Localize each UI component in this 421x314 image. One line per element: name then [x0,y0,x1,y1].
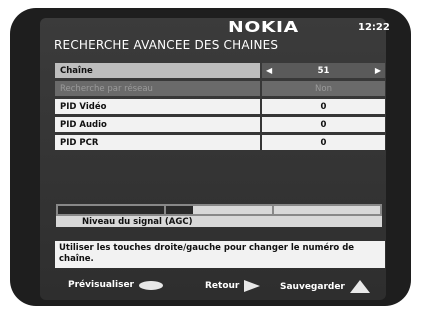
setting-row-channel[interactable]: Chaîne ◀ 51 ▶ [55,63,385,78]
setting-row-network-search: Recherche par réseau Non [55,81,385,96]
setting-value-pid-pcr[interactable]: 0 [262,135,385,150]
signal-bar-segment [272,206,274,214]
page-title: RECHERCHE AVANCEE DES CHAINES [54,38,279,52]
preview-label: Prévisualiser [68,280,134,290]
signal-label: Niveau du signal (AGC) [82,217,193,227]
arrow-right-icon[interactable]: ▶ [375,63,381,78]
signal-bar-fill [58,206,193,214]
back-button[interactable]: Retour [205,280,261,292]
channel-number: 51 [317,65,330,76]
preview-button[interactable]: Prévisualiser [68,280,163,290]
oval-key-icon [139,280,163,290]
save-label: Sauvegarder [280,281,345,292]
arrow-left-icon[interactable]: ◀ [266,63,272,78]
setting-row-pid-audio[interactable]: PID Audio 0 [55,117,385,132]
setting-value-network-search: Non [262,81,385,96]
setting-label-network-search: Recherche par réseau [55,81,260,96]
clock: 12:22 [358,22,390,33]
setting-label-channel: Chaîne [55,63,260,78]
setting-label-pid-audio: PID Audio [55,117,260,132]
setting-value-pid-audio[interactable]: 0 [262,117,385,132]
setting-row-pid-pcr[interactable]: PID PCR 0 [55,135,385,150]
save-button[interactable]: Sauvegarder [280,280,370,293]
back-label: Retour [205,281,240,291]
triangle-key-icon [349,280,370,293]
arrow-key-icon [244,280,261,292]
setting-value-pid-video[interactable]: 0 [262,99,385,114]
signal-meter: Niveau du signal (AGC) [56,204,382,228]
settings-table: Chaîne ◀ 51 ▶ Recherche par réseau Non P… [55,63,385,153]
signal-bar-segment [164,206,166,214]
setting-value-channel[interactable]: ◀ 51 ▶ [262,63,385,78]
help-text: Utiliser les touches droite/gauche pour … [55,241,385,268]
setting-label-pid-pcr: PID PCR [55,135,260,150]
brand-logo: NOKIA [228,18,299,36]
setting-row-pid-video[interactable]: PID Vidéo 0 [55,99,385,114]
setting-label-pid-video: PID Vidéo [55,99,260,114]
footer-key-legend: Prévisualiser Retour Sauvegarder [0,280,421,300]
